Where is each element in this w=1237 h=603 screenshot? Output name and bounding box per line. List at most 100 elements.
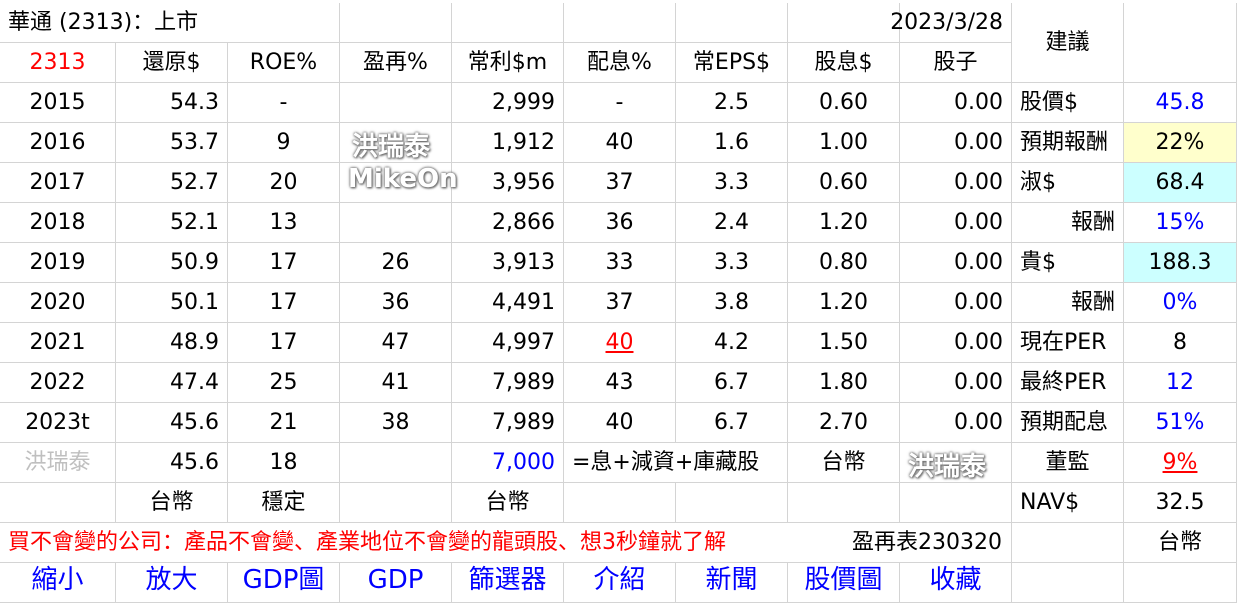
dividend-cell[interactable]: 0.80	[788, 243, 900, 283]
reinvest-cell[interactable]: 47	[340, 323, 452, 363]
roe-cell[interactable]: -	[228, 83, 340, 123]
stock-dividend-cell[interactable]: 0.00	[900, 163, 1012, 203]
side-label-cell[interactable]: 報酬	[1012, 283, 1124, 323]
summary-roe-cell[interactable]: 18	[228, 443, 340, 483]
nav-link[interactable]: 新聞	[676, 563, 788, 603]
roe-cell[interactable]: 17	[228, 323, 340, 363]
restored-cell[interactable]: 50.1	[116, 283, 228, 323]
side-label-cell[interactable]: 預期配息	[1012, 403, 1124, 443]
nav-link[interactable]: 篩選器	[452, 563, 564, 603]
nav-link[interactable]: 放大	[116, 563, 228, 603]
nav-link[interactable]: 介紹	[564, 563, 676, 603]
eps-cell[interactable]: 2.4	[676, 203, 788, 243]
eps-cell[interactable]: 3.8	[676, 283, 788, 323]
empty-cell[interactable]	[340, 443, 452, 483]
side-value-cell[interactable]: 9%	[1124, 443, 1237, 483]
side-value-cell[interactable]: 台幣	[1124, 523, 1237, 563]
empty-cell[interactable]	[340, 483, 452, 523]
stock-dividend-cell[interactable]: 0.00	[900, 323, 1012, 363]
payout-note-cell[interactable]: =息+減資+庫藏股	[564, 443, 788, 483]
empty-cell[interactable]	[676, 3, 788, 43]
empty-cell[interactable]	[676, 483, 788, 523]
side-label-cell[interactable]: 預期報酬	[1012, 123, 1124, 163]
slogan-cell[interactable]: 買不會變的公司：產品不會變、產業地位不會變的龍頭股、想3秒鐘就了解	[0, 523, 852, 563]
dividend-cell[interactable]: 1.50	[788, 323, 900, 363]
reinvest-cell[interactable]: 26	[340, 243, 452, 283]
side-value-cell[interactable]: 68.4	[1124, 163, 1237, 203]
company-title-cell[interactable]: 華通 (2313)：上市	[0, 3, 340, 43]
table-code-cell[interactable]: 盈再表230320	[852, 523, 1012, 563]
eps-cell[interactable]: 1.6	[676, 123, 788, 163]
side-value-cell[interactable]: 188.3	[1124, 243, 1237, 283]
side-label-cell[interactable]: 淑$	[1012, 163, 1124, 203]
stock-dividend-cell[interactable]: 0.00	[900, 123, 1012, 163]
eps-cell[interactable]: 3.3	[676, 163, 788, 203]
roe-cell[interactable]: 21	[228, 403, 340, 443]
side-value-cell[interactable]: 32.5	[1124, 483, 1237, 523]
side-label-cell[interactable]: 股價$	[1012, 83, 1124, 123]
summary-profit-cell[interactable]: 7,000	[452, 443, 564, 483]
unit-profit-cell[interactable]: 台幣	[452, 483, 564, 523]
dividend-cell[interactable]: 1.00	[788, 123, 900, 163]
stock-dividend-cell[interactable]: 0.00	[900, 283, 1012, 323]
empty-cell[interactable]	[1012, 563, 1124, 603]
side-label-cell[interactable]: NAV$	[1012, 483, 1124, 523]
stock-dividend-cell[interactable]: 0.00	[900, 203, 1012, 243]
side-value-cell[interactable]: 45.8	[1124, 83, 1237, 123]
year-cell[interactable]: 2019	[0, 243, 116, 283]
payout-cell[interactable]: 37	[564, 163, 676, 203]
author-cell[interactable]: 洪瑞泰	[0, 443, 116, 483]
payout-cell[interactable]: -	[564, 83, 676, 123]
empty-cell[interactable]	[788, 3, 900, 43]
dividend-cell[interactable]: 1.80	[788, 363, 900, 403]
eps-cell[interactable]: 6.7	[676, 403, 788, 443]
stock-dividend-cell[interactable]: 0.00	[900, 243, 1012, 283]
stock-dividend-cell[interactable]: 0.00	[900, 403, 1012, 443]
eps-cell[interactable]: 3.3	[676, 243, 788, 283]
side-value-cell[interactable]: 15%	[1124, 203, 1237, 243]
side-label-cell[interactable]: 報酬	[1012, 203, 1124, 243]
restored-cell[interactable]: 47.4	[116, 363, 228, 403]
col-header-profit[interactable]: 常利$m	[452, 43, 564, 83]
payout-cell[interactable]: 40	[564, 123, 676, 163]
profit-cell[interactable]: 4,997	[452, 323, 564, 363]
date-cell[interactable]: 2023/3/28	[890, 3, 1012, 43]
profit-cell[interactable]: 3,956	[452, 163, 564, 203]
nav-link[interactable]: 縮小	[0, 563, 116, 603]
payout-cell[interactable]: 33	[564, 243, 676, 283]
stock-code-cell[interactable]: 2313	[0, 43, 116, 83]
year-cell[interactable]: 2020	[0, 283, 116, 323]
roe-cell[interactable]: 17	[228, 283, 340, 323]
year-cell[interactable]: 2015	[0, 83, 116, 123]
roe-cell[interactable]: 13	[228, 203, 340, 243]
payout-cell[interactable]: 40	[564, 323, 676, 363]
year-cell[interactable]: 2017	[0, 163, 116, 203]
payout-cell[interactable]: 37	[564, 283, 676, 323]
restored-cell[interactable]: 53.7	[116, 123, 228, 163]
dividend-cell[interactable]: 1.20	[788, 203, 900, 243]
col-header-roe[interactable]: ROE%	[228, 43, 340, 83]
empty-cell[interactable]	[1124, 3, 1237, 83]
side-value-cell[interactable]: 0%	[1124, 283, 1237, 323]
nav-link[interactable]: GDP	[340, 563, 452, 603]
empty-cell[interactable]	[900, 483, 1012, 523]
restored-cell[interactable]: 52.1	[116, 203, 228, 243]
col-header-dividend[interactable]: 股息$	[788, 43, 900, 83]
empty-cell[interactable]	[0, 483, 116, 523]
nav-link[interactable]: 股價圖	[788, 563, 900, 603]
profit-cell[interactable]: 2,866	[452, 203, 564, 243]
profit-cell[interactable]: 7,989	[452, 363, 564, 403]
profit-cell[interactable]: 1,912	[452, 123, 564, 163]
restored-cell[interactable]: 52.7	[116, 163, 228, 203]
side-label-cell[interactable]: 最終PER	[1012, 363, 1124, 403]
year-cell[interactable]: 2021	[0, 323, 116, 363]
profit-cell[interactable]: 2,999	[452, 83, 564, 123]
unit-roe-cell[interactable]: 穩定	[228, 483, 340, 523]
roe-cell[interactable]: 25	[228, 363, 340, 403]
col-header-stock-dividend[interactable]: 股子	[900, 43, 1012, 83]
roe-cell[interactable]: 9	[228, 123, 340, 163]
empty-cell[interactable]	[452, 3, 564, 43]
payout-cell[interactable]: 43	[564, 363, 676, 403]
dividend-cell[interactable]: 2.70	[788, 403, 900, 443]
eps-cell[interactable]: 6.7	[676, 363, 788, 403]
